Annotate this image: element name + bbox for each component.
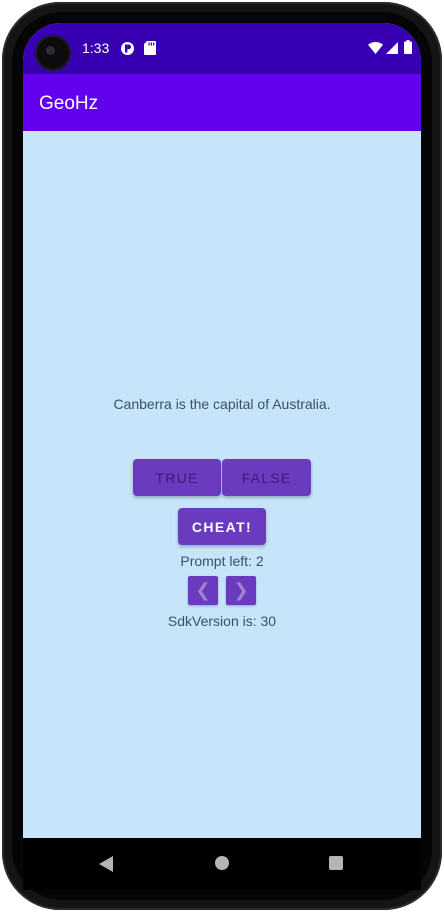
prompt-left-text: Prompt left: 2 bbox=[180, 553, 264, 569]
home-icon[interactable] bbox=[215, 856, 229, 870]
recents-icon[interactable] bbox=[329, 856, 343, 870]
back-icon[interactable] bbox=[99, 856, 113, 872]
battery-icon bbox=[404, 40, 412, 54]
cellular-signal-icon bbox=[386, 42, 398, 54]
quiz-content: Canberra is the capital of Australia. TR… bbox=[23, 131, 421, 838]
front-camera bbox=[37, 37, 69, 69]
sdk-version-text: SdkVersion is: 30 bbox=[167, 613, 277, 629]
device-frame: 1:33 GeoHz Canberra is the capital of Au… bbox=[0, 0, 444, 912]
phone-screen: 1:33 GeoHz Canberra is the capital of Au… bbox=[23, 23, 421, 890]
chevron-right-icon: ❯ bbox=[233, 580, 249, 600]
chevron-left-icon: ❮ bbox=[195, 580, 211, 600]
status-bar: 1:33 bbox=[23, 23, 421, 74]
cheat-button[interactable]: CHEAT! bbox=[178, 508, 266, 545]
true-button[interactable]: TRUE bbox=[133, 459, 221, 496]
question-text: Canberra is the capital of Australia. bbox=[113, 396, 331, 412]
status-time: 1:33 bbox=[82, 40, 110, 56]
app-bar: GeoHz bbox=[23, 74, 421, 131]
app-title: GeoHz bbox=[39, 93, 99, 114]
app-notification-icon bbox=[121, 42, 134, 55]
next-question-button[interactable]: ❯ bbox=[226, 576, 256, 605]
sd-card-icon bbox=[144, 41, 156, 55]
wifi-icon bbox=[368, 42, 383, 54]
system-navigation-bar bbox=[23, 838, 421, 890]
false-button[interactable]: FALSE bbox=[222, 459, 311, 496]
previous-question-button[interactable]: ❮ bbox=[188, 576, 218, 605]
